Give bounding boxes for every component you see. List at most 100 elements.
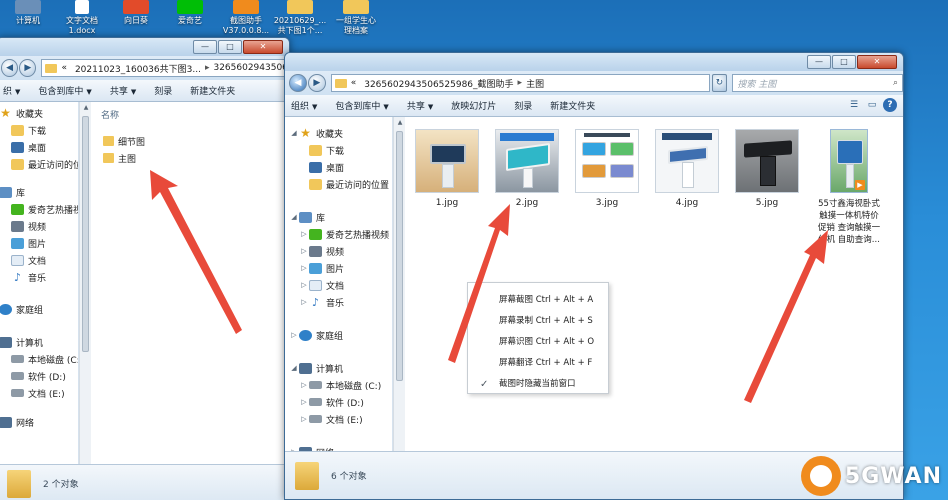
nav-downloads[interactable]: 下载 [11, 122, 46, 138]
nav-downloads[interactable]: 下载 [309, 142, 344, 158]
search-placeholder: 搜索 主图 [737, 79, 777, 90]
nav-videos[interactable]: 视频 [11, 218, 46, 234]
nav-documents[interactable]: ▷ 文档 [299, 277, 344, 293]
burn-button[interactable]: 刻录 [514, 99, 532, 112]
include-in-library-menu[interactable]: 包含到库中 ▼ [335, 99, 388, 112]
column-header-name[interactable]: 名称 [101, 108, 119, 121]
nav-drive-e[interactable]: ▷ 文档 (E:) [299, 411, 363, 427]
organize-menu[interactable]: 织 ▼ [3, 84, 20, 97]
refresh-button[interactable]: ↻ [711, 74, 728, 92]
maximize-button[interactable]: □ [218, 40, 242, 54]
nav-documents[interactable]: 文档 [11, 252, 46, 268]
file-thumbnail[interactable]: 5.jpg [733, 129, 801, 208]
file-item-main-folder[interactable]: 主图 [103, 151, 136, 165]
nav-drive-c[interactable]: ▷ 本地磁盘 (C:) [299, 377, 381, 393]
close-button[interactable]: ✕ [243, 40, 283, 54]
new-folder-button[interactable]: 新建文件夹 [190, 84, 235, 97]
nav-desktop[interactable]: 桌面 [11, 139, 46, 155]
nav-pictures[interactable]: 图片 [11, 235, 46, 251]
nav-favorites[interactable]: ★ 收藏夹 [0, 105, 43, 121]
help-icon[interactable]: ? [883, 98, 897, 112]
nav-library[interactable]: 库 [0, 184, 25, 200]
desktop-icon-student-archive[interactable]: 一组学生心 理档案 [322, 0, 390, 36]
minimize-button[interactable]: — [193, 40, 217, 54]
file-thumbnail[interactable]: 4.jpg [653, 129, 721, 208]
nav-pictures[interactable]: ▷ 图片 [299, 260, 344, 276]
menu-item-screen-recognize[interactable]: 屏幕识图 Ctrl + Alt + O [468, 332, 608, 353]
nav-recent[interactable]: 最近访问的位置 [11, 156, 78, 172]
nav-music[interactable]: ♪ 音乐 [11, 269, 46, 285]
nav-computer[interactable]: 计算机 [0, 334, 43, 350]
window-title-bar[interactable]: — □ ✕ [285, 53, 903, 71]
video-library-icon [11, 220, 24, 232]
nav-aiqiyi-videos[interactable]: 爱奇艺热播视频 [11, 201, 78, 217]
window-title-bar[interactable]: — □ ✕ [0, 38, 289, 56]
scrollbar-thumb[interactable] [396, 131, 403, 381]
file-thumbnail[interactable]: 3.jpg [573, 129, 641, 208]
music-note-icon: ♪ [311, 295, 320, 309]
search-input[interactable]: 搜索 主图 ⌕ [732, 74, 903, 92]
address-segment[interactable]: 20211023_160036共下图3... [75, 62, 201, 75]
file-item-detail-folder[interactable]: 细节图 [103, 134, 145, 148]
menu-item-screen-record[interactable]: 屏幕录制 Ctrl + Alt + S [468, 311, 608, 332]
address-segment[interactable]: 主图 [526, 77, 544, 90]
view-options-icon[interactable]: ☰ [847, 98, 861, 112]
menu-item-hide-window[interactable]: ✓ 截图时隐藏当前窗口 [468, 374, 608, 395]
nav-desktop[interactable]: 桌面 [309, 159, 344, 175]
nav-aiqiyi-videos[interactable]: ▷ 爱奇艺热播视频 [299, 226, 389, 242]
address-row: ◀ ▶ « 20211023_160036共下图3... ▸ 326560294… [0, 56, 289, 80]
menu-item-screenshot[interactable]: 屏幕截图 Ctrl + Alt + A [468, 290, 608, 311]
breadcrumb-arrow[interactable]: ▸ [518, 78, 523, 88]
nav-drive-d[interactable]: ▷ 软件 (D:) [299, 394, 364, 410]
file-thumbnail[interactable]: 2.jpg [493, 129, 561, 208]
share-menu[interactable]: 共享 ▼ [407, 99, 433, 112]
forward-button[interactable]: ▶ [307, 74, 326, 92]
nav-recent[interactable]: 最近访问的位置 [309, 176, 389, 192]
nav-drive-c[interactable]: 本地磁盘 (C:) [11, 351, 78, 367]
nav-favorites[interactable]: ◢ ★ 收藏夹 [289, 125, 343, 141]
close-button[interactable]: ✕ [857, 55, 897, 69]
watermark-text: 5GWAN [844, 463, 942, 489]
slideshow-button[interactable]: 放映幻灯片 [451, 99, 496, 112]
menu-item-screen-translate[interactable]: 屏幕翻译 Ctrl + Alt + F [468, 353, 608, 374]
nav-scrollbar[interactable]: ▲ [393, 117, 405, 499]
explorer-window-back[interactable]: — □ ✕ ◀ ▶ « 20211023_160036共下图3... ▸ 326… [0, 37, 290, 500]
preview-pane-icon[interactable]: ▭ [865, 98, 879, 112]
new-folder-button[interactable]: 新建文件夹 [550, 99, 595, 112]
back-button[interactable]: ◀ [289, 74, 307, 92]
explorer-window-front[interactable]: — □ ✕ ◀ ▶ « 3265602943506525986_截图助手 ▸ 主… [284, 52, 904, 500]
document-library-icon [309, 279, 322, 291]
nav-drive-e[interactable]: 文档 (E:) [11, 385, 65, 401]
burn-button[interactable]: 刻录 [154, 84, 172, 97]
breadcrumb-arrow[interactable]: ▸ [205, 63, 210, 73]
nav-scrollbar[interactable]: ▲ [79, 102, 91, 500]
share-menu[interactable]: 共享 ▼ [110, 84, 136, 97]
nav-homegroup[interactable]: ▷ 家庭组 [289, 327, 343, 343]
file-list-pane[interactable]: 名称 细节图 主图 [91, 102, 289, 500]
navigation-pane: ★收藏夹 下载 桌面 最近访问的位置 库 爱奇艺热播视频 视频 图片 文档 ♪音… [0, 102, 79, 500]
forward-button[interactable]: ▶ [19, 59, 37, 77]
picture-library-icon [11, 237, 24, 249]
iqiyi-app-icon [177, 0, 203, 14]
play-icon: ▶ [855, 180, 865, 190]
nav-videos[interactable]: ▷ 视频 [299, 243, 344, 259]
address-segment[interactable]: 3265602943506525986_截图助手 [364, 77, 513, 90]
maximize-button[interactable]: □ [832, 55, 856, 69]
nav-homegroup[interactable]: 家庭组 [0, 301, 43, 317]
nav-music[interactable]: ▷ ♪ 音乐 [299, 294, 344, 310]
organize-menu[interactable]: 组织 ▼ [291, 99, 317, 112]
file-thumbnail-video[interactable]: ▶ 55寸鑫海视卧式 触摸一体机特价 促销 查询触摸一 体机 自助查询... [811, 129, 887, 246]
nav-drive-d[interactable]: 软件 (D:) [11, 368, 66, 384]
back-button[interactable]: ◀ [1, 59, 19, 77]
address-segment[interactable]: 3265602943506525986 [213, 63, 288, 73]
nav-computer[interactable]: ◢ 计算机 [289, 360, 343, 376]
scrollbar-thumb[interactable] [82, 116, 89, 352]
nav-library[interactable]: ◢ 库 [289, 209, 325, 225]
address-bar[interactable]: « 20211023_160036共下图3... ▸ 3265602943506… [41, 59, 289, 77]
nav-network[interactable]: 网络 [0, 414, 34, 430]
minimize-button[interactable]: — [807, 55, 831, 69]
address-bar[interactable]: « 3265602943506525986_截图助手 ▸ 主图 [330, 74, 710, 92]
file-thumbnail[interactable]: 1.jpg [413, 129, 481, 208]
include-in-library-menu[interactable]: 包含到库中 ▼ [38, 84, 91, 97]
window-body: ★收藏夹 下载 桌面 最近访问的位置 库 爱奇艺热播视频 视频 图片 文档 ♪音… [0, 102, 289, 500]
